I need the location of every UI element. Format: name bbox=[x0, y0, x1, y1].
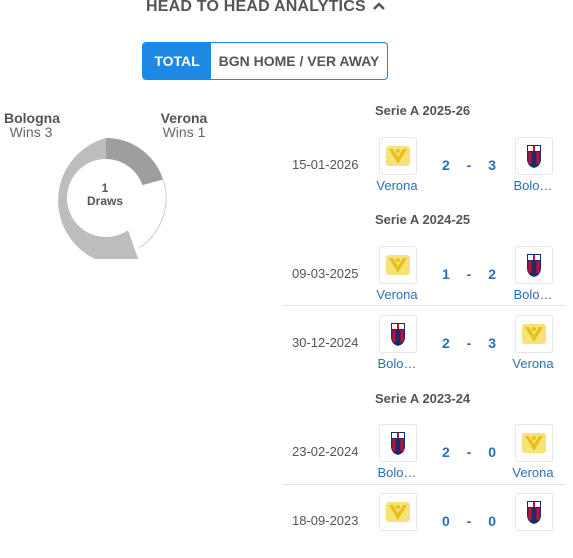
match-row[interactable]: 15-01-2026 Verona 2 - 3 Bolo… bbox=[282, 134, 566, 202]
donut-segment-verona-wins bbox=[106, 138, 164, 186]
match-row[interactable]: 30-12-2024 Bolo… 2 - 3 Verona bbox=[282, 312, 566, 380]
donut-center-label: 1 Draws bbox=[75, 182, 135, 208]
away-team-link[interactable]: Verona bbox=[503, 465, 563, 480]
home-team-link[interactable]: Verona bbox=[367, 178, 427, 193]
h2h-tabs: TOTAL BGN HOME / VER AWAY bbox=[142, 42, 388, 80]
season-header: Serie A 2024-25 bbox=[375, 212, 471, 227]
away-team-wins: Wins 1 bbox=[162, 124, 206, 140]
verona-crest-icon bbox=[515, 424, 553, 462]
home-score: 0 bbox=[442, 513, 450, 529]
row-divider bbox=[282, 484, 566, 485]
away-score: 2 bbox=[488, 266, 496, 282]
bologna-crest-icon bbox=[515, 493, 553, 531]
away-team-summary: Verona Wins 1 bbox=[160, 111, 208, 139]
tab-bgn-home-ver-away[interactable]: BGN HOME / VER AWAY bbox=[211, 43, 387, 79]
bologna-crest-icon bbox=[515, 246, 553, 284]
draws-label: Draws bbox=[86, 194, 124, 208]
bologna-crest-icon bbox=[515, 137, 553, 175]
score-separator: - bbox=[466, 157, 472, 173]
section-title-text: HEAD TO HEAD ANALYTICS bbox=[146, 0, 366, 15]
match-row[interactable]: 23-02-2024 Bolo… 2 - 0 Verona bbox=[282, 421, 566, 489]
score-separator: - bbox=[466, 444, 472, 460]
chevron-up-icon[interactable] bbox=[372, 0, 386, 16]
match-score[interactable]: 1 - 2 bbox=[442, 266, 496, 282]
home-score: 2 bbox=[442, 335, 450, 351]
match-date: 30-12-2024 bbox=[292, 335, 359, 350]
away-team-link[interactable]: Bolo… bbox=[503, 287, 563, 302]
match-score[interactable]: 2 - 3 bbox=[442, 335, 496, 351]
score-separator: - bbox=[466, 335, 472, 351]
match-row[interactable]: 09-03-2025 Verona 1 - 2 Bolo… bbox=[282, 243, 566, 311]
home-team-name: Bologna bbox=[4, 110, 60, 126]
away-team-link[interactable]: Bolo… bbox=[503, 178, 563, 193]
away-team-link[interactable]: Verona bbox=[503, 356, 563, 371]
home-score: 2 bbox=[442, 444, 450, 460]
away-score: 3 bbox=[488, 157, 496, 173]
tab-total[interactable]: TOTAL bbox=[143, 43, 211, 79]
match-date: 18-09-2023 bbox=[292, 513, 359, 528]
match-date: 09-03-2025 bbox=[292, 266, 359, 281]
home-team-summary: Bologna Wins 3 bbox=[4, 110, 60, 139]
season-header: Serie A 2023-24 bbox=[375, 391, 471, 406]
score-separator: - bbox=[466, 266, 472, 282]
match-score[interactable]: 0 - 0 bbox=[442, 513, 496, 529]
verona-crest-icon bbox=[379, 493, 417, 531]
home-team-link[interactable]: Bolo… bbox=[367, 356, 427, 371]
donut-segment-draws bbox=[139, 179, 167, 249]
away-score: 3 bbox=[488, 335, 496, 351]
away-score: 0 bbox=[488, 444, 496, 460]
season-header: Serie A 2025-26 bbox=[375, 103, 471, 118]
score-separator: - bbox=[466, 513, 472, 529]
section-title[interactable]: HEAD TO HEAD ANALYTICS bbox=[146, 0, 386, 16]
verona-crest-icon bbox=[515, 315, 553, 353]
match-row[interactable]: 18-09-2023 0 - 0 bbox=[282, 490, 566, 558]
row-divider bbox=[282, 305, 566, 306]
match-score[interactable]: 2 - 0 bbox=[442, 444, 496, 460]
home-team-link[interactable]: Verona bbox=[367, 287, 427, 302]
away-score: 0 bbox=[488, 513, 496, 529]
verona-crest-icon bbox=[379, 246, 417, 284]
home-score: 1 bbox=[442, 266, 450, 282]
bologna-crest-icon bbox=[379, 424, 417, 462]
match-score[interactable]: 2 - 3 bbox=[442, 157, 496, 173]
home-score: 2 bbox=[442, 157, 450, 173]
verona-crest-icon bbox=[379, 137, 417, 175]
home-team-link[interactable]: Bolo… bbox=[367, 465, 427, 480]
bologna-crest-icon bbox=[379, 315, 417, 353]
away-team-name: Verona bbox=[160, 110, 208, 126]
match-date: 15-01-2026 bbox=[292, 157, 359, 172]
match-date: 23-02-2024 bbox=[292, 444, 359, 459]
